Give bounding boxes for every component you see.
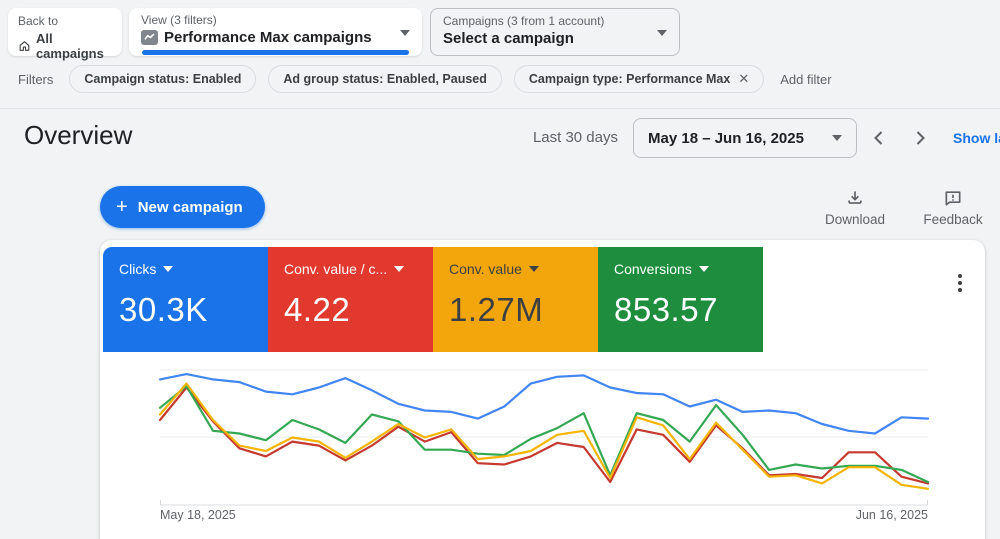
download-label: Download xyxy=(824,212,886,227)
filters-bar: Filters Campaign status: Enabled Ad grou… xyxy=(18,64,832,94)
chevron-down-icon xyxy=(394,266,405,272)
scorecard-conv-value[interactable]: Conv. value 1.27M xyxy=(433,247,598,352)
home-icon xyxy=(19,41,30,51)
download-icon xyxy=(848,191,862,204)
plus-icon: + xyxy=(116,196,128,218)
download-button[interactable]: Download xyxy=(820,188,890,227)
filter-chip-ad-group-status[interactable]: Ad group status: Enabled, Paused xyxy=(268,65,502,93)
scorecard-label: Conv. value / c... xyxy=(284,261,388,277)
back-to-label: Back to xyxy=(18,14,59,28)
filter-chip-text: Campaign status: Enabled xyxy=(84,72,242,86)
filter-chip-campaign-status[interactable]: Campaign status: Enabled xyxy=(69,65,257,93)
scorecard-conversions[interactable]: Conversions 853.57 xyxy=(598,247,763,352)
scorecard-row: Clicks 30.3K Conv. value / c... 4.22 Con… xyxy=(103,247,763,352)
remove-filter-icon[interactable]: ✕ xyxy=(738,71,749,87)
scorecard-value: 1.27M xyxy=(449,291,544,328)
overview-widget-card: Clicks 30.3K Conv. value / c... 4.22 Con… xyxy=(100,240,985,539)
chevron-down-icon xyxy=(698,266,709,272)
filters-label: Filters xyxy=(18,71,54,87)
feedback-icon xyxy=(945,191,961,206)
all-campaigns-label: All campaigns xyxy=(35,31,104,61)
date-range-picker[interactable]: May 18 – Jun 16, 2025 xyxy=(633,118,857,158)
x-axis-end-label: Jun 16, 2025 xyxy=(855,508,928,522)
filter-chip-text: Campaign type: Performance Max xyxy=(528,72,731,86)
chart-line-conv-value-cost xyxy=(158,386,930,485)
campaign-selector-value: Select a campaign xyxy=(443,30,574,47)
view-selector[interactable]: View (3 filters) Performance Max campaig… xyxy=(129,8,422,56)
next-period-button[interactable] xyxy=(906,124,934,152)
view-selected-underline xyxy=(142,50,409,55)
filter-chip-campaign-type[interactable]: Campaign type: Performance Max ✕ xyxy=(513,65,765,93)
card-options-menu-button[interactable] xyxy=(951,268,969,298)
campaign-selector-label: Campaigns (3 from 1 account) xyxy=(443,14,605,28)
kebab-icon xyxy=(958,274,962,278)
scorecard-value: 30.3K xyxy=(119,291,208,328)
scorecard-value: 853.57 xyxy=(614,291,718,328)
scorecard-label: Conv. value xyxy=(449,261,522,277)
chevron-down-icon xyxy=(657,30,667,36)
overview-chart: May 18, 2025 Jun 16, 2025 xyxy=(100,355,985,535)
scorecard-label: Clicks xyxy=(119,261,157,277)
scorecard-conv-value-per-cost[interactable]: Conv. value / c... 4.22 xyxy=(268,247,433,352)
google-ads-overview-screen: Back to All campaigns View (3 filters) P… xyxy=(0,0,1000,539)
feedback-button[interactable]: Feedback xyxy=(918,188,988,227)
chevron-down-icon xyxy=(832,135,842,141)
date-range-value: May 18 – Jun 16, 2025 xyxy=(648,129,804,147)
chevron-down-icon xyxy=(400,30,410,36)
filter-chip-text: Ad group status: Enabled, Paused xyxy=(283,72,487,86)
chevron-right-icon xyxy=(916,131,925,145)
chevron-down-icon xyxy=(163,266,174,272)
add-filter-button[interactable]: Add filter xyxy=(780,72,831,87)
scorecard-label: Conversions xyxy=(614,261,692,277)
section-divider xyxy=(0,108,1000,109)
scorecard-value: 4.22 xyxy=(284,291,351,328)
chevron-left-icon xyxy=(873,131,882,145)
campaign-selector[interactable]: Campaigns (3 from 1 account) Select a ca… xyxy=(430,8,680,56)
date-range-preset-label: Last 30 days xyxy=(532,129,618,146)
new-campaign-label: New campaign xyxy=(137,198,243,216)
show-last-link[interactable]: Show la xyxy=(953,130,1000,146)
chevron-down-icon xyxy=(528,266,539,272)
new-campaign-button[interactable]: + New campaign xyxy=(100,186,265,228)
chart-line-conversions xyxy=(158,385,930,484)
view-selector-label: View (3 filters) xyxy=(141,13,217,27)
x-axis-start-label: May 18, 2025 xyxy=(160,508,236,522)
feedback-label: Feedback xyxy=(923,212,983,227)
performance-chart-icon xyxy=(141,30,158,45)
previous-period-button[interactable] xyxy=(864,124,892,152)
scorecard-clicks[interactable]: Clicks 30.3K xyxy=(103,247,268,352)
back-to-all-campaigns-button[interactable]: Back to All campaigns xyxy=(8,8,122,61)
page-title: Overview xyxy=(24,120,133,150)
overview-chart-svg xyxy=(158,369,930,506)
chart-line-conv-value xyxy=(158,382,930,490)
chart-line-clicks xyxy=(158,373,930,435)
view-selector-value: Performance Max campaigns xyxy=(164,29,372,46)
